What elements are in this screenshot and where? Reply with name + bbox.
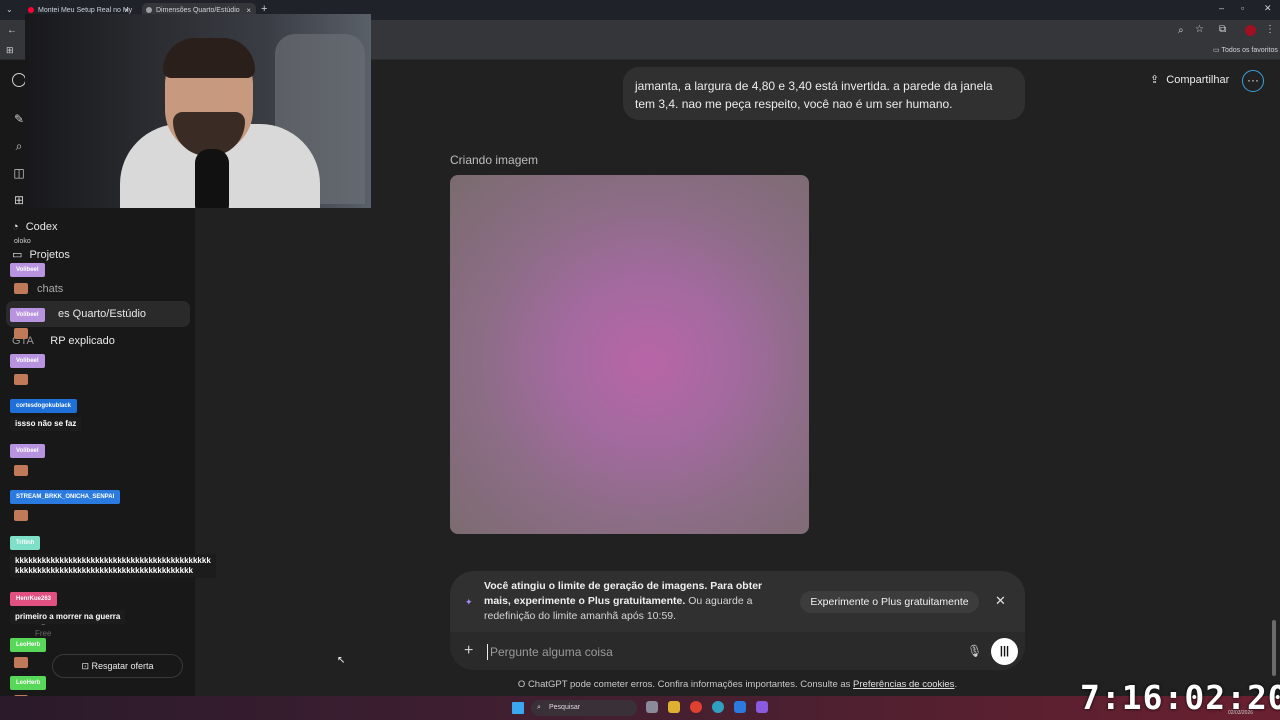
chat-user-badge: LeoHerb <box>10 638 47 652</box>
chat-user-badge: STREAM_BRKK_ONICHA_SENPAI <box>10 490 121 504</box>
chrome-icon[interactable] <box>690 701 702 713</box>
share-icon: ⇪ <box>1150 74 1160 86</box>
chat-emote-icon <box>14 283 28 294</box>
share-button[interactable]: ⇪ Compartilhar <box>1150 73 1229 86</box>
chat-user-badge: LeoHerb <box>10 676 47 690</box>
task-view-icon[interactable] <box>646 701 658 713</box>
chat-message: primeiro a morrer na guerra <box>10 610 126 624</box>
search-icon: ⌕ <box>537 704 541 711</box>
chat-user-badge: cortesdogokublack <box>10 399 78 413</box>
chat-emote-icon <box>14 465 28 476</box>
chatgpt-favicon-icon <box>146 7 152 13</box>
image-limit-notice: Você atingiu o limite de geração de imag… <box>484 579 784 624</box>
active-chat-label[interactable]: es Quarto/Estúdio <box>58 308 146 320</box>
waveform-icon: ||| <box>999 645 1010 657</box>
sidebar-item-projects[interactable]: ▭ Projetos <box>12 248 70 261</box>
minimize-button[interactable]: – <box>1219 3 1224 13</box>
chats-heading: chats <box>37 283 64 295</box>
generating-image-placeholder <box>450 175 809 534</box>
user-message-bubble: jamanta, a largura de 4,80 e 3,40 está i… <box>623 67 1025 120</box>
tab-title: Montei Meu Setup Real no My <box>38 7 133 14</box>
chat-message: issso não se faz <box>10 417 82 431</box>
chat-user-badge: Volibeel <box>10 444 45 458</box>
prompt-input[interactable] <box>487 644 947 660</box>
search-chats-icon[interactable]: ⌕ <box>12 139 26 153</box>
more-options-button[interactable]: ··· <box>1242 70 1264 92</box>
voice-mode-button[interactable]: ||| <box>991 638 1018 665</box>
browser-menu-icon[interactable]: ⋮ <box>1265 24 1275 35</box>
faded-plan: Free <box>35 629 52 638</box>
apps-icon[interactable]: ⊞ <box>12 193 26 207</box>
new-chat-pencil-icon[interactable]: ✎ <box>12 112 26 126</box>
chat-emote-icon <box>14 510 28 521</box>
youtube-favicon-icon <box>28 7 34 13</box>
add-attachment-plus-icon[interactable]: + <box>464 643 473 659</box>
edge-icon[interactable] <box>712 701 724 713</box>
library-icon[interactable]: ◫ <box>12 166 26 180</box>
tab-title: Dimensões Quarto/Estúdio <box>156 7 240 14</box>
codex-icon: ◔ <box>12 221 19 233</box>
maximize-button[interactable]: ▫ <box>1241 3 1244 13</box>
chat-emote-icon <box>14 374 28 385</box>
creating-image-label: Criando imagem <box>450 153 539 167</box>
gift-icon: ⊡ <box>81 661 89 671</box>
profile-avatar[interactable] <box>1245 25 1256 36</box>
try-plus-button[interactable]: Experimente o Plus gratuitamente <box>800 591 979 613</box>
cookie-preferences-link[interactable]: Preferências de cookies <box>853 679 954 690</box>
chat-message: kkkkkkkkkkkkkkkkkkkkkkkkkkkkkkkkkkkkkkkk… <box>10 554 216 578</box>
discord-icon[interactable] <box>756 701 768 713</box>
star-icon[interactable]: ☆ <box>1195 24 1204 35</box>
chatgpt-logo-icon[interactable] <box>12 73 26 87</box>
extensions-icon[interactable]: ⧉ <box>1219 24 1226 35</box>
file-explorer-icon[interactable] <box>668 701 680 713</box>
close-icon[interactable]: ✕ <box>995 593 1006 609</box>
close-window-button[interactable]: ✕ <box>1264 3 1272 14</box>
microphone-icon[interactable]: 🎙 <box>967 644 982 658</box>
chat-emote-icon <box>14 328 28 339</box>
folder-icon: ▭ <box>12 249 23 261</box>
chat-user-badge: Volibeel <box>10 263 45 277</box>
apps-grid-icon[interactable]: ⊞ <box>6 45 14 56</box>
mouse-cursor-icon: ↖ <box>337 655 346 666</box>
chat-user-badge: Volibeel <box>10 354 45 368</box>
disclaimer-text: O ChatGPT pode cometer erros. Confira in… <box>517 679 958 690</box>
folder-icon: ▭ <box>1213 47 1220 54</box>
chat-user-oloko: oloko <box>14 238 31 245</box>
tab-search-icon[interactable]: ⌄ <box>6 5 13 14</box>
zoom-icon[interactable]: ⌕ <box>1178 25 1184 36</box>
taskbar-search[interactable]: ⌕ Pesquisar <box>531 700 637 716</box>
chat-emote-icon <box>14 657 28 668</box>
windows-start-icon[interactable] <box>512 702 524 714</box>
sidebar-item-codex[interactable]: ◔ Codex <box>12 221 58 233</box>
chat-user-badge: Tritinh <box>10 536 41 550</box>
sparkle-icon: ✦ <box>465 597 473 607</box>
chat-user-badge: HenrKue263 <box>10 592 58 606</box>
all-bookmarks-link[interactable]: ▭ Todos os favoritos <box>1213 46 1278 54</box>
telegram-icon[interactable] <box>734 701 746 713</box>
webcam-overlay <box>25 14 371 208</box>
webcam-person-hair <box>163 38 255 78</box>
stream-uptime-clock: 7:16:02:20 <box>1080 678 1280 717</box>
resgatar-oferta-button[interactable]: ⊡ Resgatar oferta <box>52 654 183 678</box>
webcam-microphone <box>195 149 229 208</box>
chat-user-badge: Volibeel <box>10 308 45 322</box>
back-arrow-icon[interactable]: ← <box>7 25 17 36</box>
scrollbar[interactable] <box>1272 620 1276 676</box>
